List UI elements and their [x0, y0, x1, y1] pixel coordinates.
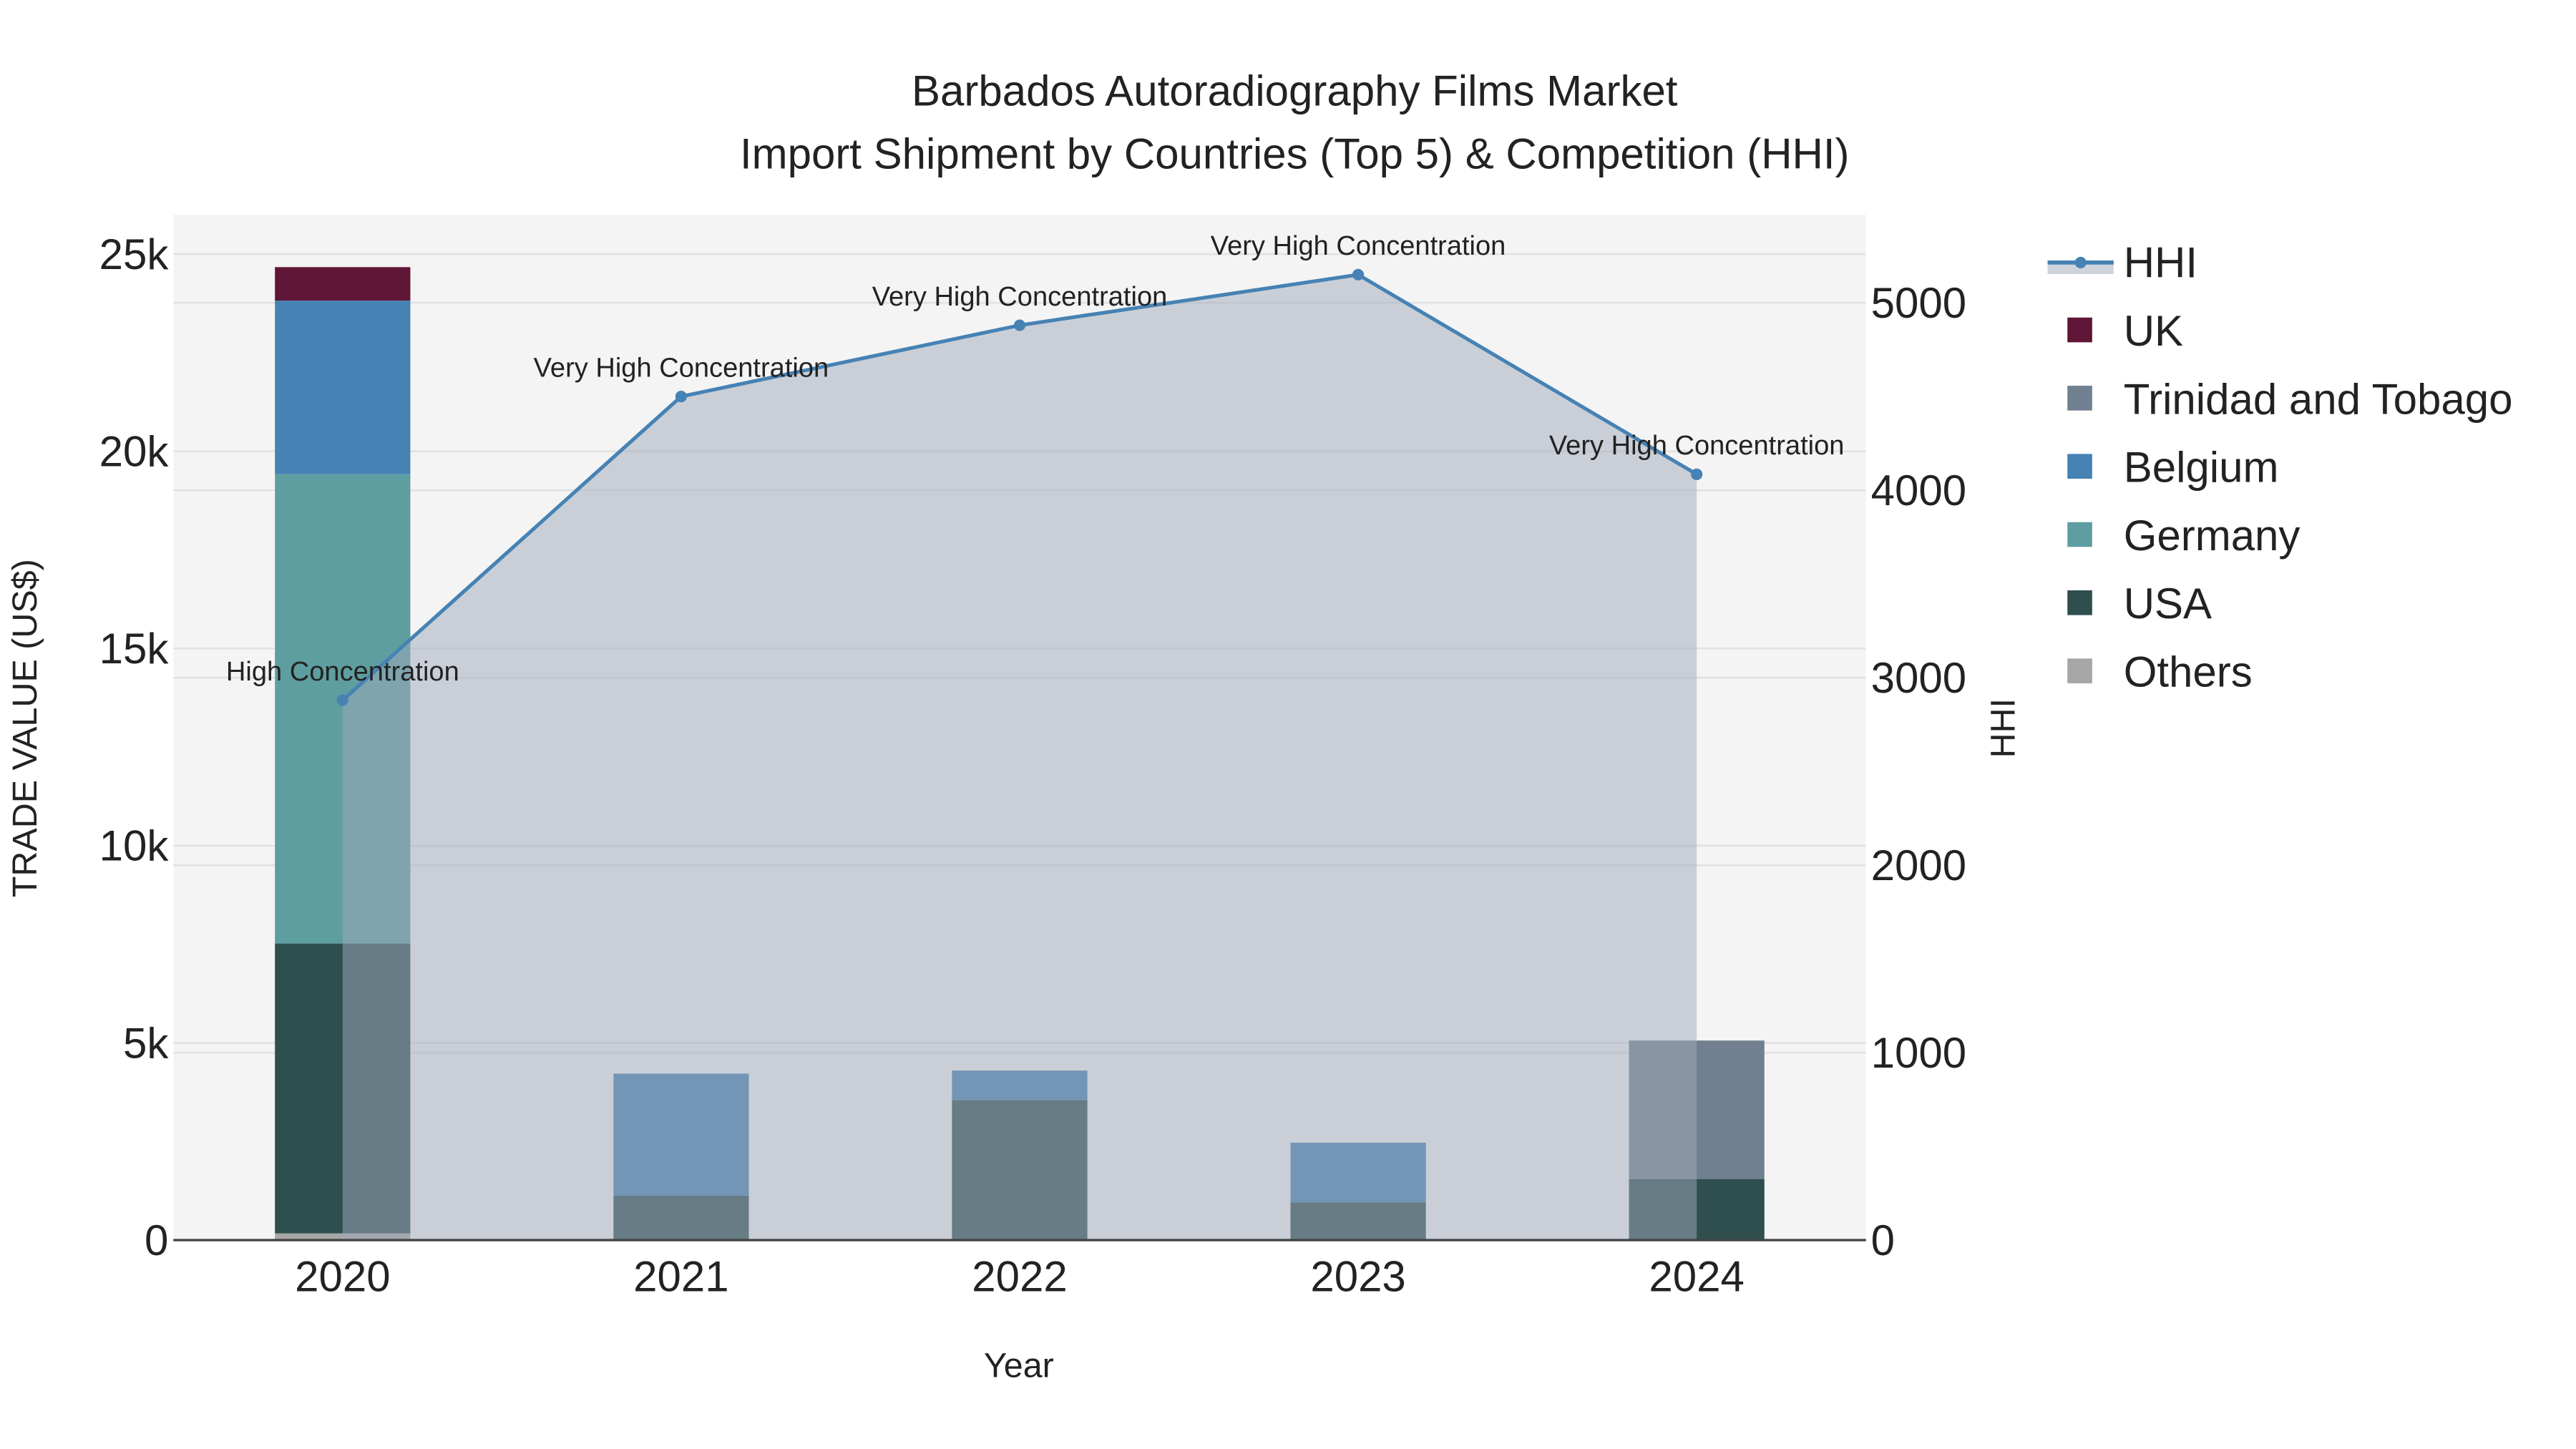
y2-tick-label: 3000: [1871, 654, 1966, 702]
hhi-point-2020: [336, 694, 348, 706]
x-tick-label: 2023: [1310, 1253, 1405, 1301]
chart-title: Barbados Autoradiography Films Market: [912, 67, 1678, 115]
legend-label: UK: [2124, 307, 2183, 355]
legend-swatch-germany: [2067, 522, 2092, 547]
legend-label: Belgium: [2124, 444, 2279, 492]
x-tick-label: 2022: [972, 1253, 1067, 1301]
hhi-point-2024: [1691, 468, 1703, 480]
y2-tick-label: 2000: [1871, 841, 1966, 889]
legend-swatch-belgium: [2067, 454, 2092, 479]
legend-label: Trinidad and Tobago: [2124, 375, 2513, 423]
hhi-point-2022: [1013, 319, 1026, 331]
hhi-point-2023: [1352, 268, 1365, 280]
y2-tick-label: 0: [1871, 1216, 1895, 1264]
bar-uk-2020: [275, 267, 411, 301]
legend-swatch-others: [2067, 658, 2092, 683]
chart: Barbados Autoradiography Films Market Im…: [6, 67, 2513, 1385]
legend-swatch-trinidad-and-tobago: [2067, 386, 2092, 411]
legend-swatch-usa: [2067, 590, 2092, 615]
y-tick-label: 25k: [99, 230, 170, 278]
legend: HHI UK Trinidad and Tobago Belgium Germany US…: [2047, 239, 2513, 696]
y2-tick-label: 5000: [1871, 279, 1966, 327]
legend-label: Others: [2124, 648, 2253, 696]
y2-tick-label: 4000: [1871, 467, 1966, 514]
hhi-annotation: Very High Concentration: [872, 282, 1168, 312]
y-tick-label: 10k: [99, 822, 170, 870]
hhi-annotation: Very High Concentration: [1549, 431, 1845, 461]
y-tick-label: 5k: [123, 1019, 169, 1067]
hhi-annotation: Very High Concentration: [534, 353, 829, 383]
y-axis-ticks: 0 5k 10k 15k 20k 25k: [99, 230, 170, 1264]
legend-label: USA: [2124, 580, 2212, 628]
hhi-annotation: Very High Concentration: [1211, 231, 1506, 261]
chart-subtitle: Import Shipment by Countries (Top 5) & C…: [740, 130, 1850, 177]
y2-tick-label: 1000: [1871, 1029, 1966, 1077]
y2-axis-ticks: 0 1000 2000 3000 4000 5000: [1871, 279, 1966, 1264]
x-tick-label: 2021: [633, 1253, 728, 1301]
y2-axis-title: HHI: [1984, 698, 2022, 758]
legend-label: HHI: [2124, 239, 2197, 287]
legend-label: Germany: [2124, 512, 2301, 560]
y-axis-title: TRADE VALUE (US$): [6, 559, 44, 897]
hhi-annotation: High Concentration: [226, 657, 459, 687]
x-tick-label: 2024: [1649, 1253, 1744, 1301]
y-tick-label: 0: [145, 1216, 168, 1264]
x-axis-ticks: 2020 2021 2022 2023 2024: [295, 1253, 1745, 1301]
bar-belgium-2020: [275, 301, 411, 474]
hhi-point-2021: [675, 391, 687, 403]
y-tick-label: 15k: [99, 625, 170, 673]
x-axis-title: Year: [984, 1347, 1054, 1385]
y-tick-label: 20k: [99, 427, 170, 475]
x-tick-label: 2020: [295, 1253, 390, 1301]
legend-swatch-uk: [2067, 317, 2092, 343]
legend-hhi-marker: [2074, 256, 2087, 268]
